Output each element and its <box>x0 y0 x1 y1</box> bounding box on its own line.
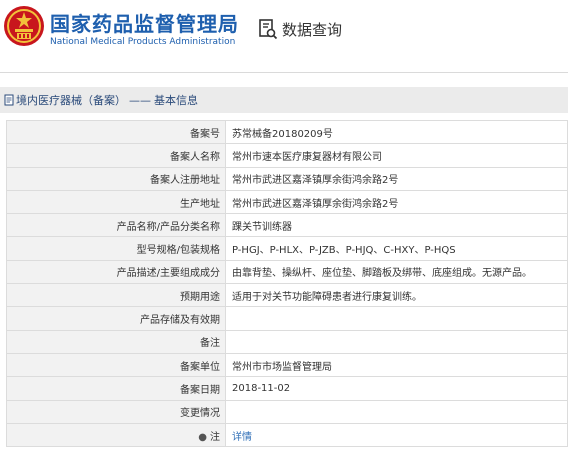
field-label: 变更情况 <box>6 399 226 424</box>
field-label: 备案人注册地址 <box>6 166 226 191</box>
table-row: 生产地址 常州市武进区嘉泽镇厚余街鸿余路2号 <box>6 189 568 215</box>
field-label: 产品存储及有效期 <box>6 306 226 331</box>
table-row: 产品描述/主要组成成分 由靠背垫、操纵杆、座位垫、脚踏板及绑带、底座组成。无源产品… <box>6 259 568 285</box>
pin-icon: ● <box>198 431 207 443</box>
search-document-icon <box>259 19 278 40</box>
field-value: 踝关节训练器 <box>225 213 568 238</box>
field-label: 备注 <box>6 329 226 354</box>
brand-name-cn: 国家药品监督管理局 <box>50 12 239 36</box>
table-row: 产品名称/产品分类名称 踝关节训练器 <box>6 213 568 238</box>
table-row: 备案号 苏常械备20180209号 <box>6 119 568 145</box>
data-query-link[interactable]: 数据查询 <box>258 18 342 40</box>
data-query-label: 数据查询 <box>282 20 343 39</box>
field-value: 常州市市场监督管理局 <box>225 352 568 378</box>
field-label: 产品描述/主要组成成分 <box>6 259 226 285</box>
header-divider <box>0 72 568 73</box>
table-row: 预期用途 适用于对关节功能障碍患者进行康复训练。 <box>6 283 568 308</box>
table-row: 型号规格/包装规格 P-HGJ、P-HLX、P-JZB、P-HJQ、C-HXY、P… <box>6 236 568 261</box>
breadcrumb: 境内医疗器械（备案） —— 基本信息 <box>0 87 568 113</box>
national-emblem-icon <box>4 6 44 46</box>
field-value: 常州市速本医疗康复器材有限公司 <box>225 143 568 168</box>
note-label-cell: ● 注 <box>6 422 226 448</box>
field-label: 备案单位 <box>6 352 226 378</box>
field-value <box>225 399 568 424</box>
field-value: 常州市武进区嘉泽镇厚余街鸿余路2号 <box>225 166 568 191</box>
breadcrumb-category[interactable]: 境内医疗器械（备案） <box>16 92 126 108</box>
field-value <box>225 306 568 331</box>
field-label: 备案人名称 <box>6 143 226 168</box>
field-value: 苏常械备20180209号 <box>225 119 568 145</box>
field-label: 备案号 <box>6 119 226 145</box>
table-row: 备案人注册地址 常州市武进区嘉泽镇厚余街鸿余路2号 <box>6 166 568 191</box>
table-row: 备案日期 2018-11-02 <box>6 376 568 401</box>
field-label: 产品名称/产品分类名称 <box>6 213 226 238</box>
table-row: 产品存储及有效期 <box>6 306 568 331</box>
document-icon <box>4 94 14 106</box>
table-row: 备案单位 常州市市场监督管理局 <box>6 352 568 378</box>
note-label: 注 <box>210 431 220 443</box>
field-label: 型号规格/包装规格 <box>6 236 226 261</box>
table-row: 备案人名称 常州市速本医疗康复器材有限公司 <box>6 143 568 168</box>
field-value: 常州市武进区嘉泽镇厚余街鸿余路2号 <box>225 189 568 215</box>
detail-table: 备案号 苏常械备20180209号 备案人名称 常州市速本医疗康复器材有限公司 备案… <box>6 119 568 448</box>
site-header: 国家药品监督管理局 National Medical Products Admi… <box>0 0 568 62</box>
field-value: P-HGJ、P-HLX、P-JZB、P-HJQ、C-HXY、P-HQS <box>225 236 568 261</box>
details-link[interactable]: 详情 <box>232 432 252 443</box>
field-value: 适用于对关节功能障碍患者进行康复训练。 <box>225 283 568 308</box>
breadcrumb-section: 基本信息 <box>154 94 198 107</box>
field-value: 2018-11-02 <box>225 376 568 401</box>
note-row: ● 注 详情 <box>6 422 568 448</box>
field-value: 由靠背垫、操纵杆、座位垫、脚踏板及绑带、底座组成。无源产品。 <box>225 259 568 285</box>
table-row: 备注 <box>6 329 568 354</box>
field-value <box>225 329 568 354</box>
table-row: 变更情况 <box>6 399 568 424</box>
note-value-cell: 详情 <box>225 422 568 448</box>
field-label: 备案日期 <box>6 376 226 401</box>
field-label: 生产地址 <box>6 189 226 215</box>
field-label: 预期用途 <box>6 283 226 308</box>
brand-name-en: National Medical Products Administration <box>50 37 236 47</box>
breadcrumb-separator: —— <box>129 93 151 107</box>
